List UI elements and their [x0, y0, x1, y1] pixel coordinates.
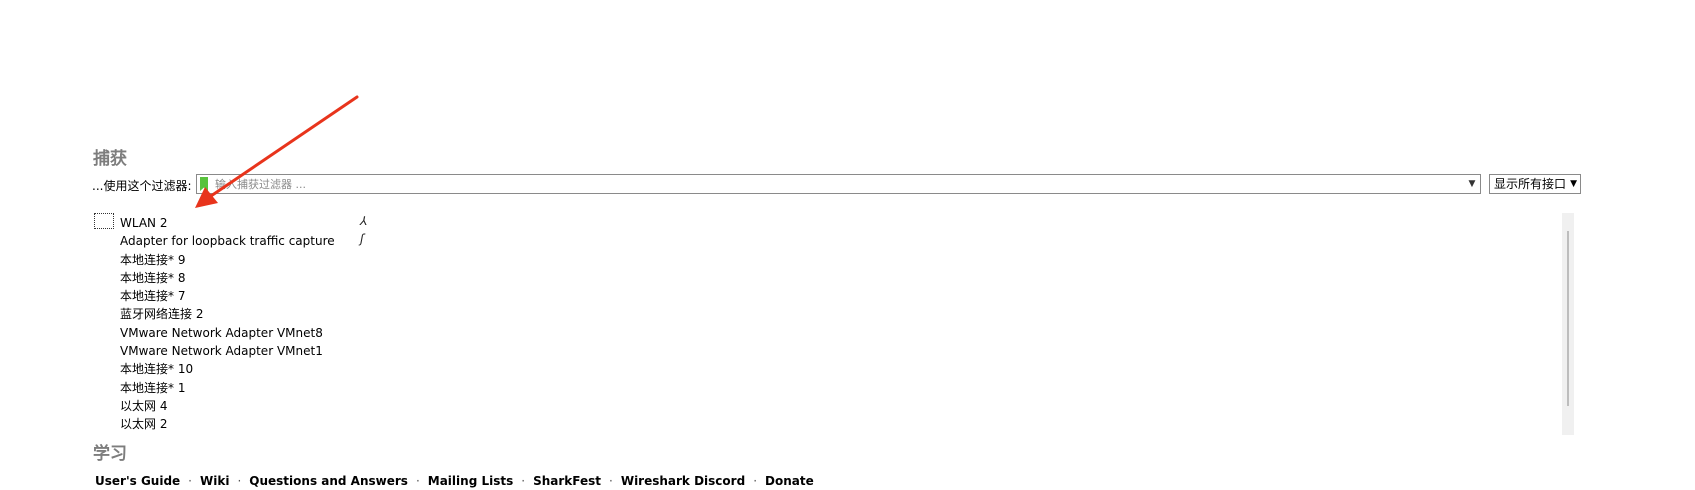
learn-section-title: 学习 — [93, 444, 127, 464]
bookmark-icon[interactable] — [200, 177, 208, 191]
link-sharkfest[interactable]: SharkFest — [533, 474, 601, 488]
scrollbar-thumb[interactable] — [1567, 231, 1569, 406]
interface-item[interactable]: VMware Network Adapter VMnet1 — [120, 342, 335, 360]
separator: · — [415, 474, 420, 488]
separator: · — [521, 474, 526, 488]
interface-item[interactable]: 本地连接* 10 — [120, 360, 335, 378]
traffic-sparkline: ⅄ — [360, 214, 368, 228]
interface-list-scrollbar[interactable] — [1562, 213, 1574, 435]
learn-links: User's Guide · Wiki · Questions and Answers ·… — [95, 474, 814, 488]
capture-filter-input[interactable] — [215, 176, 1455, 192]
separator: · — [237, 474, 242, 488]
interface-item[interactable]: 以太网 4 — [120, 397, 335, 415]
interface-item[interactable]: Adapter for loopback traffic capture — [120, 232, 335, 250]
interface-item[interactable]: WLAN 2 — [120, 214, 335, 232]
link-users-guide[interactable]: User's Guide — [95, 474, 180, 488]
interface-item[interactable]: 蓝牙网络连接 2 — [120, 305, 335, 323]
chevron-down-icon: ▼ — [1570, 179, 1577, 189]
chevron-down-icon[interactable]: ▼ — [1466, 178, 1478, 190]
capture-filter-box[interactable]: ▼ — [196, 174, 1481, 194]
separator: · — [188, 474, 192, 488]
interface-filter-select[interactable]: 显示所有接口 ▼ — [1489, 174, 1581, 194]
capture-filter-row: ...使用这个过滤器: ▼ 显示所有接口 ▼ — [92, 174, 1582, 196]
link-donate[interactable]: Donate — [765, 474, 814, 488]
interface-list[interactable]: WLAN 2 Adapter for loopback traffic capt… — [92, 210, 1574, 435]
link-wiki[interactable]: Wiki — [200, 474, 229, 488]
link-discord[interactable]: Wireshark Discord — [621, 474, 745, 488]
interface-item[interactable]: 以太网 2 — [120, 415, 335, 433]
focus-indicator — [94, 213, 114, 229]
interface-filter-value: 显示所有接口 — [1494, 177, 1567, 191]
interface-item[interactable]: 本地连接* 7 — [120, 287, 335, 305]
link-questions-answers[interactable]: Questions and Answers — [249, 474, 408, 488]
capture-section-title: 捕获 — [93, 149, 127, 169]
link-mailing-lists[interactable]: Mailing Lists — [428, 474, 513, 488]
filter-label: ...使用这个过滤器: — [92, 179, 192, 193]
interface-item[interactable]: VMware Network Adapter VMnet8 — [120, 324, 335, 342]
separator: · — [609, 474, 613, 488]
interface-item[interactable]: 本地连接* 8 — [120, 269, 335, 287]
separator: · — [753, 474, 758, 488]
traffic-sparkline: ʃ — [360, 232, 365, 246]
interface-item[interactable]: 本地连接* 9 — [120, 251, 335, 269]
interface-item[interactable]: 本地连接* 1 — [120, 379, 335, 397]
